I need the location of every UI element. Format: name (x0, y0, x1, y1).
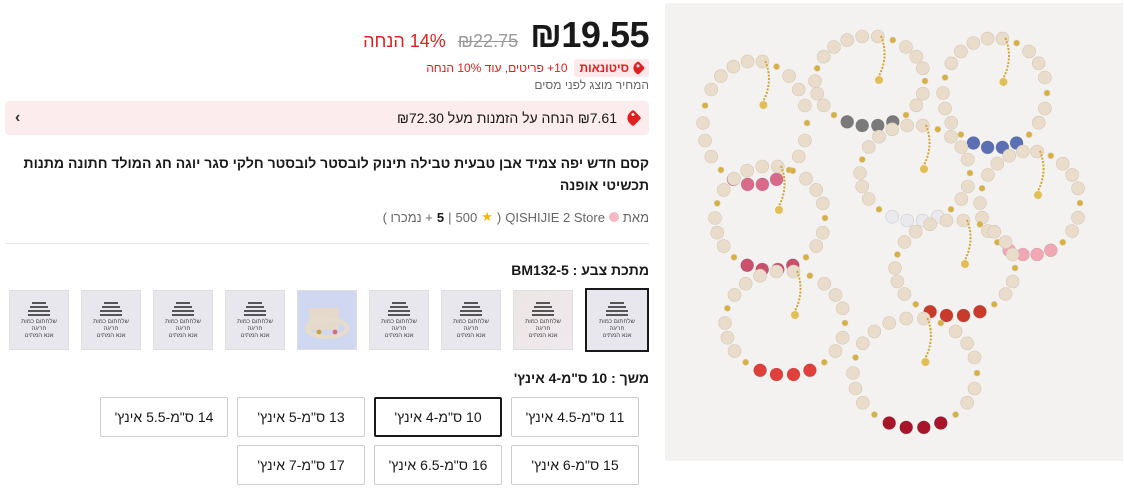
placeholder-text: שלחתום כמות (525, 319, 561, 325)
store-rating: 500 (455, 209, 478, 225)
placeholder-icon (460, 300, 482, 316)
sold-count: 5 (436, 209, 445, 225)
placeholder-text: אנא המתינו (24, 333, 54, 339)
placeholder-text: שלחתום כמות (93, 319, 129, 325)
color-swatch[interactable] (297, 290, 357, 350)
size-option-button[interactable]: 11 ס"מ-4.5 אינץ' (511, 397, 639, 437)
placeholder-text: שלחתום כמות (21, 319, 57, 325)
color-swatch[interactable]: שלחתום כמות חריגה אנא המתינו (153, 290, 213, 350)
wholesale-badge: סיטונאות (573, 59, 649, 77)
placeholder-text: אנא המתינו (528, 333, 558, 339)
placeholder-text: חריגה (609, 326, 625, 332)
placeholder-text: חריגה (103, 326, 119, 332)
placeholder-icon (172, 300, 194, 316)
color-swatch[interactable]: שלחתום כמות חריגה אנא המתינו (513, 290, 573, 350)
chevron-right-icon[interactable]: › (15, 109, 20, 127)
placeholder-text: אנא המתינו (96, 333, 126, 339)
store-prefix: מאת (622, 209, 649, 225)
tax-note: המחיר מוצג לפני מסים (534, 78, 649, 92)
placeholder-icon (388, 300, 410, 316)
color-swatch[interactable]: שלחתום כמות חריגה אנא המתינו (225, 290, 285, 350)
current-price: ₪19.55 (530, 14, 649, 55)
color-swatch[interactable]: שלחתום כמות חריגה אנא המתינו (81, 290, 141, 350)
placeholder-text: חריגה (175, 326, 191, 332)
placeholder-icon (100, 300, 122, 316)
placeholder-icon (28, 300, 50, 316)
original-price: ₪22.75 (457, 31, 519, 51)
placeholder-text: חריגה (391, 326, 407, 332)
coupon-text: ₪7.61 הנחה על הזמנות מעל ₪72.30 (396, 110, 617, 126)
tag-icon (630, 60, 646, 76)
color-swatch[interactable]: שלחתום כמות חריגה אנא המתינו (369, 290, 429, 350)
sold-suffix: + נמכרו ) (382, 209, 433, 225)
paren-open: ( (496, 209, 502, 225)
color-label: מתכת צבע : BM132-5 (511, 262, 649, 278)
size-label: משך : 10 ס"מ-4 אינץ' (513, 370, 649, 386)
placeholder-text: שלחתום כמות (453, 319, 489, 325)
placeholder-text: שלחתום כמות (165, 319, 201, 325)
size-option-button[interactable]: 17 ס"מ-7 אינץ' (237, 445, 365, 485)
size-option-button[interactable]: 14 ס"מ-5.5 אינץ' (100, 397, 228, 437)
placeholder-text: אנא המתינו (602, 333, 632, 339)
divider (5, 243, 649, 244)
product-main-image[interactable] (665, 3, 1123, 461)
wholesale-label: סיטונאות (579, 61, 629, 75)
placeholder-text: שלחתום כמות (237, 319, 273, 325)
color-swatches: שלחתום כמות חריגה אנא המתינו שלחתום כמות חרי… (9, 288, 649, 352)
wholesale-text: 10+ פריטים, עוד 10% הנחה (426, 61, 568, 75)
price-row: ₪19.55 ₪22.75 14% הנחה (363, 14, 649, 56)
placeholder-icon (532, 300, 554, 316)
star-icon: ★ (481, 209, 493, 224)
placeholder-text: אנא המתינו (168, 333, 198, 339)
swatch-photo (299, 292, 355, 348)
placeholder-text: שלחתום כמות (599, 319, 635, 325)
wholesale-promo: סיטונאות 10+ פריטים, עוד 10% הנחה (426, 59, 649, 77)
placeholder-text: אנא המתינו (456, 333, 486, 339)
coupon-banner[interactable]: ₪7.61 הנחה על הזמנות מעל ₪72.30 › (5, 101, 649, 135)
placeholder-icon (606, 300, 628, 316)
placeholder-text: חריגה (31, 326, 47, 332)
store-name[interactable]: QISHIJIE 2 Store (505, 210, 605, 225)
color-swatch[interactable]: שלחתום כמות חריגה אנא המתינו (441, 290, 501, 350)
discount-percent: 14% הנחה (363, 31, 446, 51)
size-option-button[interactable]: 15 ס"מ-6 אינץ' (511, 445, 639, 485)
placeholder-text: אנא המתינו (384, 333, 414, 339)
placeholder-text: שלחתום כמות (381, 319, 417, 325)
store-badge-icon (608, 212, 619, 222)
color-swatch[interactable]: שלחתום כמות חריגה אנא המתינו (585, 288, 649, 352)
size-options: 11 ס"מ-4.5 אינץ' 10 ס"מ-4 אינץ' 13 ס"מ-5 א… (100, 397, 639, 485)
product-page: ₪19.55 ₪22.75 14% הנחה סיטונאות 10+ פריט… (0, 0, 1126, 489)
placeholder-text: חריגה (247, 326, 263, 332)
size-option-button[interactable]: 10 ס"מ-4 אינץ' (374, 397, 502, 437)
coupon-tag-icon (624, 109, 642, 127)
bracelets-photo (665, 3, 1123, 461)
store-info: מאת QISHIJIE 2 Store ( ★ 500 | 5 + נמכרו… (383, 209, 649, 225)
size-option-button[interactable]: 16 ס"מ-6.5 אינץ' (374, 445, 502, 485)
size-option-button[interactable]: 13 ס"מ-5 אינץ' (237, 397, 365, 437)
placeholder-text: אנא המתינו (240, 333, 270, 339)
placeholder-icon (244, 300, 266, 316)
product-info: ₪19.55 ₪22.75 14% הנחה סיטונאות 10+ פריט… (5, 0, 649, 489)
color-swatch[interactable]: שלחתום כמות חריגה אנא המתינו (9, 290, 69, 350)
separator: | (448, 209, 452, 225)
product-title: קסם חדש יפה צמיד אבן טבעית טבילה תינוק ל… (23, 155, 649, 193)
placeholder-text: חריגה (463, 326, 479, 332)
placeholder-text: חריגה (535, 326, 551, 332)
